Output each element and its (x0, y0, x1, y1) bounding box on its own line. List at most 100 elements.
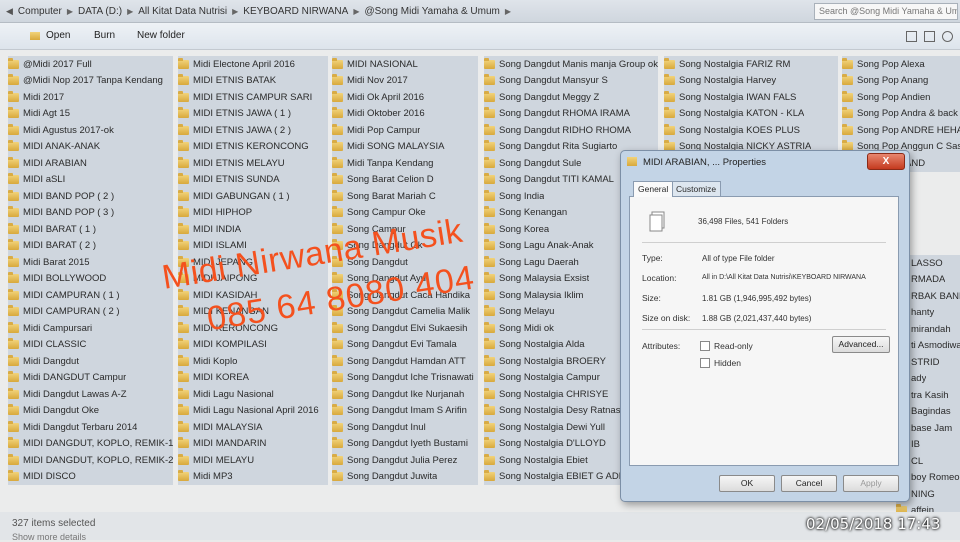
folder-item[interactable]: @Midi Nop 2017 Tanpa Kendang (8, 72, 173, 89)
show-details-link[interactable]: Show more details (12, 532, 86, 542)
folder-item[interactable]: Song Dangdut Meggy Z (484, 89, 658, 106)
folder-item[interactable]: Song Barat Mariah C (332, 188, 478, 205)
search-input[interactable]: Search @Song Midi Yamaha & Umum (814, 3, 958, 20)
folder-item[interactable]: Midi DANGDUT Campur (8, 369, 173, 386)
folder-item[interactable]: Song Dangdut Evi Tamala (332, 336, 478, 353)
folder-item[interactable]: Song Pop Anang (842, 72, 960, 89)
folder-item[interactable]: Midi Pop Campur (332, 122, 478, 139)
folder-item[interactable]: Song Barat Celion D (332, 171, 478, 188)
folder-item[interactable]: Midi Agustus 2017-ok (8, 122, 173, 139)
folder-item[interactable]: MIDI DANGDUT, KOPLO, REMIK-1 (8, 435, 173, 452)
folder-item[interactable]: Song Dangdut RHOMA IRAMA (484, 105, 658, 122)
folder-item[interactable]: Midi Tanpa Kendang (332, 155, 478, 172)
folder-item[interactable]: Song Dangdut Imam S Arifin (332, 402, 478, 419)
folder-item[interactable]: MIDI BAND POP ( 2 ) (8, 188, 173, 205)
folder-item[interactable]: Midi Oktober 2016 (332, 105, 478, 122)
folder-item[interactable]: MIDI CAMPURAN ( 1 ) (8, 287, 173, 304)
cancel-button[interactable]: Cancel (781, 475, 837, 492)
folder-item[interactable]: MIDI ETNIS JAWA ( 2 ) (178, 122, 328, 139)
folder-item[interactable]: MIDI ISLAMI (178, 237, 328, 254)
folder-item[interactable]: MIDI ARABIAN (8, 155, 173, 172)
folder-item[interactable]: MIDI BOLLYWOOD (8, 270, 173, 287)
folder-item[interactable]: MIDI ETNIS SUNDA (178, 171, 328, 188)
crumb-folder-1[interactable]: All Kitat Data Nutrisi (138, 6, 227, 17)
folder-item[interactable]: Midi Agt 15 (8, 105, 173, 122)
folder-item[interactable]: Midi Lagu Nasional (178, 386, 328, 403)
folder-item[interactable]: Song Campur (332, 221, 478, 238)
folder-item[interactable]: Song Dangdut Elvi Sukaesih (332, 320, 478, 337)
folder-item[interactable]: MIDI ETNIS KERONCONG (178, 138, 328, 155)
new-folder-button[interactable]: New folder (137, 30, 185, 41)
folder-item[interactable]: Midi Dangdut Lawas A-Z (8, 386, 173, 403)
folder-item[interactable]: MIDI DISCO (8, 468, 173, 485)
folder-item[interactable]: Song Nostalgia IWAN FALS (664, 89, 838, 106)
folder-item[interactable]: Midi Ok April 2016 (332, 89, 478, 106)
folder-item[interactable]: MIDI DANGDUT, KOPLO, REMIK-2 (8, 452, 173, 469)
folder-item[interactable]: MIDI KERONCONG (178, 320, 328, 337)
folder-item[interactable]: MIDI HIPHOP (178, 204, 328, 221)
folder-item[interactable]: Midi Koplo (178, 353, 328, 370)
folder-item[interactable]: Song Dangdut (332, 254, 478, 271)
folder-item[interactable]: Song Dangdut Iche Trisnawati (332, 369, 478, 386)
folder-item[interactable]: Song Dangdut Ayu (332, 270, 478, 287)
folder-item[interactable]: Song Dangdut Ok (332, 237, 478, 254)
folder-item[interactable]: MIDI BAND POP ( 3 ) (8, 204, 173, 221)
folder-item[interactable]: Song Nostalgia KOES PLUS (664, 122, 838, 139)
folder-item[interactable]: MIDI CAMPURAN ( 2 ) (8, 303, 173, 320)
tab-general[interactable]: General (633, 181, 674, 197)
folder-item[interactable]: Song Dangdut Inul (332, 419, 478, 436)
folder-item[interactable]: Song Dangdut Camelia Malik (332, 303, 478, 320)
folder-item[interactable]: Song Dangdut Iyeth Bustami (332, 435, 478, 452)
hidden-checkbox[interactable] (700, 358, 710, 368)
preview-pane-icon[interactable] (924, 31, 935, 42)
apply-button[interactable]: Apply (843, 475, 899, 492)
help-icon[interactable] (942, 31, 953, 42)
breadcrumb[interactable]: ◀ Computer ▶ DATA (D:) ▶ All Kitat Data Nu… (6, 3, 516, 19)
folder-item[interactable]: Song Nostalgia Harvey (664, 72, 838, 89)
ok-button[interactable]: OK (719, 475, 775, 492)
folder-item[interactable]: Song Dangdut Hamdan ATT (332, 353, 478, 370)
folder-item[interactable]: Song Dangdut Juwita (332, 468, 478, 485)
folder-item[interactable]: MIDI MELAYU (178, 452, 328, 469)
folder-item[interactable]: MIDI MALAYSIA (178, 419, 328, 436)
folder-item[interactable]: MIDI KOREA (178, 369, 328, 386)
folder-item[interactable]: Song Nostalgia FARIZ RM (664, 56, 838, 73)
folder-item[interactable]: Midi 2017 (8, 89, 173, 106)
open-button[interactable]: Open (46, 30, 70, 41)
folder-item[interactable]: Song Dangdut Ike Nurjanah (332, 386, 478, 403)
folder-item[interactable]: Song Dangdut RIDHO RHOMA (484, 122, 658, 139)
folder-item[interactable]: MIDI ETNIS CAMPUR SARI (178, 89, 328, 106)
folder-item[interactable]: Song Dangdut Manis manja Group ok (484, 56, 658, 73)
burn-button[interactable]: Burn (94, 30, 115, 41)
folder-item[interactable]: Song Nostalgia KATON - KLA (664, 105, 838, 122)
folder-item[interactable]: Midi Dangdut (8, 353, 173, 370)
folder-item[interactable]: MIDI BARAT ( 2 ) (8, 237, 173, 254)
folder-item[interactable]: MIDI JEPANG (178, 254, 328, 271)
crumb-folder-2[interactable]: KEYBOARD NIRWANA (243, 6, 348, 17)
folder-item[interactable]: MIDI KENANGAN (178, 303, 328, 320)
folder-item[interactable]: Song Campur Oke (332, 204, 478, 221)
folder-item[interactable]: Song Dangdut Julia Perez (332, 452, 478, 469)
folder-item[interactable]: MIDI CLASSIC (8, 336, 173, 353)
folder-item[interactable]: Midi Dangdut Terbaru 2014 (8, 419, 173, 436)
folder-item[interactable]: Midi Campursari (8, 320, 173, 337)
advanced-button[interactable]: Advanced... (832, 336, 890, 353)
back-arrow-icon[interactable]: ◀ (6, 6, 13, 17)
tab-customize[interactable]: Customize (671, 181, 722, 196)
folder-item[interactable]: MIDI BARAT ( 1 ) (8, 221, 173, 238)
folder-item[interactable]: Midi SONG MALAYSIA (332, 138, 478, 155)
folder-item[interactable]: Midi Lagu Nasional April 2016 (178, 402, 328, 419)
folder-item[interactable]: MIDI GABUNGAN ( 1 ) (178, 188, 328, 205)
folder-item[interactable]: MIDI JAIPONG (178, 270, 328, 287)
folder-item[interactable]: @Midi 2017 Full (8, 56, 173, 73)
folder-item[interactable]: MIDI INDIA (178, 221, 328, 238)
readonly-checkbox[interactable] (700, 341, 710, 351)
folder-item[interactable]: MIDI aSLI (8, 171, 173, 188)
folder-item[interactable]: MIDI ETNIS MELAYU (178, 155, 328, 172)
close-button[interactable]: X (867, 153, 905, 170)
folder-item[interactable]: Song Pop ANDRE HEHAN (842, 122, 960, 139)
folder-item[interactable]: Midi Electone April 2016 (178, 56, 328, 73)
view-options-icon[interactable] (906, 31, 917, 42)
folder-item[interactable]: Midi Dangdut Oke (8, 402, 173, 419)
folder-item[interactable]: Song Pop Alexa (842, 56, 960, 73)
